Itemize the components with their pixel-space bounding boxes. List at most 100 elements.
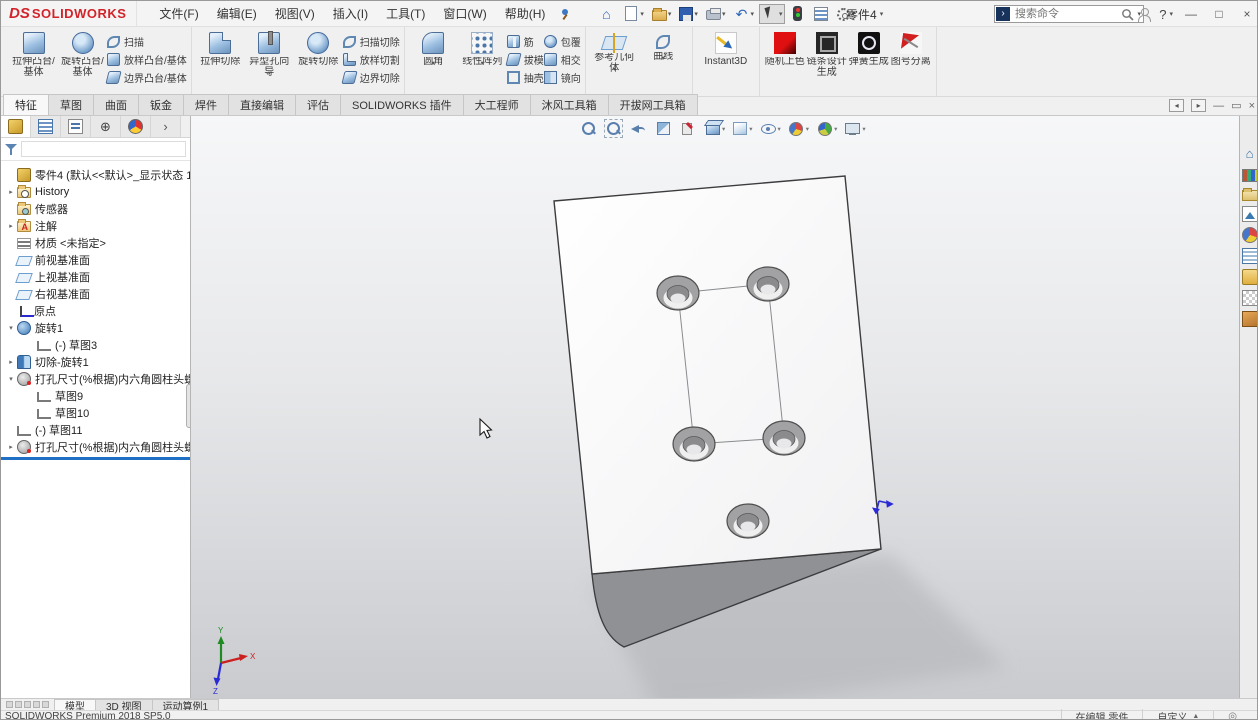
- mirror-button[interactable]: 镜向: [543, 70, 581, 85]
- extruded-boss-button[interactable]: 拉伸凸台/基体: [9, 30, 58, 78]
- ribbon-tab[interactable]: SOLIDWORKS 插件: [340, 94, 464, 115]
- dropdown-arrow-icon[interactable]: ▾: [722, 125, 725, 133]
- dropdown-arrow-icon[interactable]: ▾: [668, 10, 672, 18]
- counterbore-hole-top-right[interactable]: [746, 266, 790, 302]
- tree-item[interactable]: (-) 草图11: [1, 421, 190, 438]
- rollback-bar[interactable]: [1, 457, 190, 460]
- feature-manager-tab[interactable]: ⊕: [91, 116, 121, 137]
- intersect-button[interactable]: 相交: [543, 52, 581, 67]
- revolved-cut-button[interactable]: 旋转切除: [294, 30, 343, 68]
- open-icon[interactable]: ▾: [649, 5, 675, 23]
- filter-funnel-icon[interactable]: [5, 143, 17, 155]
- fillet-button[interactable]: 圆角 ▾: [409, 30, 458, 68]
- expander-arrow-icon[interactable]: ▸: [5, 443, 17, 451]
- expander-arrow-icon[interactable]: ▸: [5, 188, 17, 196]
- tree-item[interactable]: 草图9: [1, 387, 190, 404]
- dropdown-arrow-icon[interactable]: ▾: [834, 125, 837, 133]
- draft-button[interactable]: 拔模: [505, 52, 544, 67]
- extruded-cut-button[interactable]: 拉伸切除: [196, 30, 245, 68]
- doc-restore-button[interactable]: ▭: [1231, 99, 1241, 112]
- lofted-cut-button[interactable]: 放样切割: [342, 52, 400, 67]
- dropdown-arrow-icon[interactable]: ▾: [862, 125, 865, 133]
- tree-item[interactable]: 右视基准面: [1, 285, 190, 302]
- select-cursor-icon[interactable]: ▾: [758, 3, 786, 24]
- forum-icon[interactable]: [1241, 269, 1257, 285]
- menu-item[interactable]: 帮助(H): [497, 2, 554, 25]
- view-orientation-icon[interactable]: ▾: [704, 119, 726, 138]
- tree-item[interactable]: ▾ 打孔尺寸(%根据)内六角圆柱头螺钉: [1, 370, 190, 387]
- ribbon-tab[interactable]: 开拔网工具箱: [607, 94, 698, 115]
- ribbon-tab[interactable]: 钣金: [138, 94, 184, 115]
- tree-item[interactable]: 上视基准面: [1, 268, 190, 285]
- dropdown-arrow-icon[interactable]: ▾: [268, 69, 271, 77]
- tag-status[interactable]: ◎: [1213, 710, 1251, 719]
- dropdown-arrow-icon[interactable]: ▾: [694, 10, 698, 18]
- ribbon-tab[interactable]: 焊件: [183, 94, 229, 115]
- search-icon[interactable]: [1121, 8, 1137, 21]
- part-front-face[interactable]: [553, 175, 882, 575]
- view-settings-icon[interactable]: ▾: [843, 119, 866, 138]
- tree-item[interactable]: 材质 <未指定>: [1, 234, 190, 251]
- chevron-down-icon[interactable]: ▾: [880, 10, 884, 18]
- minimize-button[interactable]: —: [1181, 7, 1201, 21]
- tree-item[interactable]: 原点: [1, 302, 190, 319]
- tree-item[interactable]: (-) 草图3: [1, 336, 190, 353]
- document-tab[interactable]: 运动算例1: [151, 699, 220, 713]
- tree-filter-input[interactable]: [21, 141, 186, 157]
- print-icon[interactable]: ▾: [703, 5, 729, 22]
- ribbon-tab[interactable]: 曲面: [93, 94, 139, 115]
- customize-arrow-icon[interactable]: ▲: [1192, 713, 1199, 720]
- reference-geometry-button[interactable]: 参考几何体 ▾: [590, 30, 639, 74]
- close-button[interactable]: ×: [1237, 7, 1257, 21]
- lofted-boss-button[interactable]: 放样凸台/基体: [107, 52, 187, 67]
- document-tab[interactable]: 3D 视图: [95, 699, 153, 713]
- dropdown-arrow-icon[interactable]: ▾: [749, 125, 752, 133]
- drawing-number-split-button[interactable]: 图号分离: [890, 30, 932, 68]
- save-icon[interactable]: ▾: [676, 4, 701, 23]
- feature-manager-tab[interactable]: [1, 116, 31, 137]
- section-view-icon[interactable]: [654, 119, 674, 138]
- menu-item[interactable]: 编辑(E): [209, 2, 265, 25]
- menu-item[interactable]: 窗口(W): [435, 2, 494, 25]
- display-style-icon[interactable]: ▾: [731, 119, 753, 138]
- tree-item[interactable]: 传感器: [1, 200, 190, 217]
- new-document-icon[interactable]: ▾: [620, 4, 647, 23]
- dropdown-arrow-icon[interactable]: ▾: [779, 10, 783, 18]
- view-palette-icon[interactable]: [1241, 206, 1257, 222]
- swept-boss-button[interactable]: 扫描: [107, 34, 187, 49]
- swept-cut-button[interactable]: 扫描切除: [342, 34, 400, 49]
- maximize-button[interactable]: □: [1209, 7, 1229, 21]
- boundary-cut-button[interactable]: 边界切除: [341, 70, 400, 85]
- model-canvas[interactable]: Y X Z: [191, 116, 1239, 698]
- ribbon-tab[interactable]: 直接编辑: [228, 94, 296, 115]
- tree-item[interactable]: ▸ History: [1, 183, 190, 200]
- ribbon-tab[interactable]: 大工程师: [462, 94, 531, 115]
- counterbore-hole-bottom-left[interactable]: [672, 426, 716, 462]
- toolbox-icon[interactable]: [1241, 311, 1257, 327]
- linear-pattern-button[interactable]: 线性阵列 ▾: [458, 30, 507, 68]
- appearances-scenes-icon[interactable]: [1241, 227, 1257, 243]
- feature-manager-tab[interactable]: ›: [151, 116, 181, 137]
- tree-item[interactable]: ▸ 切除-旋转1: [1, 353, 190, 370]
- menu-item[interactable]: 视图(V): [267, 2, 323, 25]
- dropdown-arrow-icon[interactable]: ▾: [640, 10, 644, 18]
- rib-button[interactable]: 筋: [506, 34, 544, 49]
- menu-item[interactable]: 工具(T): [378, 2, 433, 25]
- hole-wizard-button[interactable]: 异型孔向导 ▾: [245, 30, 294, 78]
- tree-item[interactable]: 前视基准面: [1, 251, 190, 268]
- annotation-view-icon[interactable]: [679, 119, 699, 138]
- design-library-icon[interactable]: [1241, 169, 1257, 182]
- menu-item[interactable]: 文件(F): [151, 2, 206, 25]
- counterbore-hole-top-left[interactable]: [656, 275, 700, 311]
- feature-manager-tab[interactable]: [61, 116, 91, 137]
- zoom-to-area-icon[interactable]: [604, 119, 624, 138]
- ribbon-tab[interactable]: 评估: [295, 94, 341, 115]
- graphics-viewport[interactable]: ▾ ▾ ▾ ▾ ▾ ▾ Y X Z: [191, 116, 1239, 698]
- expander-arrow-icon[interactable]: ▸: [5, 222, 17, 230]
- dropdown-arrow-icon[interactable]: ▾: [613, 65, 616, 73]
- home-icon[interactable]: ⌂: [595, 4, 618, 24]
- ribbon-tab[interactable]: 沐风工具箱: [529, 94, 609, 115]
- dropdown-arrow-icon[interactable]: ▾: [432, 59, 435, 67]
- tab-scroll-buttons[interactable]: [1, 699, 54, 710]
- feature-manager-tab[interactable]: [121, 116, 151, 137]
